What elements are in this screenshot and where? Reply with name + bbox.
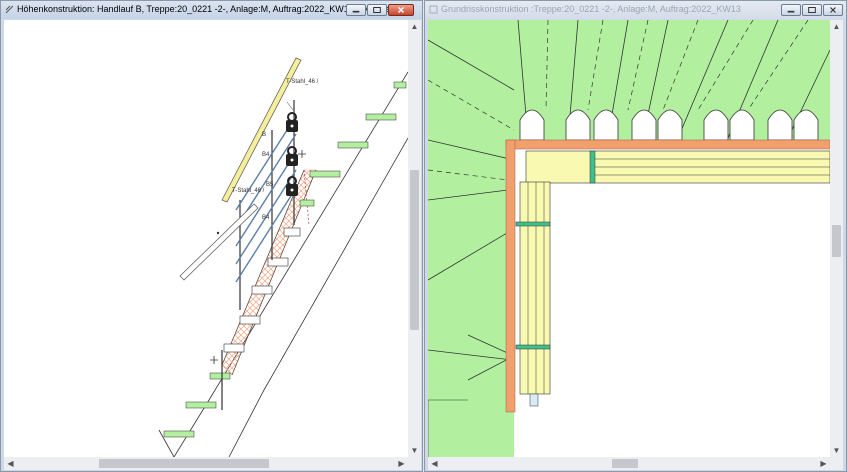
scroll-left-arrow-icon[interactable]: ◀ — [4, 457, 17, 470]
left-titlebar[interactable]: Höhenkonstruktion: Handlauf B, Treppe:20… — [1, 1, 422, 19]
app-icon — [5, 5, 14, 14]
horizontal-scroll-thumb[interactable] — [612, 459, 638, 468]
left-horizontal-scrollbar[interactable]: ◀ ▶ — [4, 457, 408, 470]
grundrisskonstruktion-window[interactable]: Grundrisskonstruktion :Treppe:20_0221 -2… — [424, 0, 847, 472]
lock-icon — [286, 112, 298, 132]
close-icon — [830, 7, 836, 13]
app-icon — [429, 5, 438, 14]
window-title: Höhenkonstruktion: Handlauf B, Treppe:20… — [17, 4, 397, 14]
right-titlebar[interactable]: Grundrisskonstruktion :Treppe:20_0221 -2… — [425, 1, 846, 19]
minimize-icon — [352, 10, 360, 13]
lock-icon — [286, 176, 298, 196]
stringer-left — [505, 139, 516, 413]
right-vertical-scrollbar[interactable]: ▲ ▼ — [830, 20, 843, 457]
scroll-down-arrow-icon[interactable]: ▼ — [408, 444, 421, 457]
minimize-button[interactable] — [781, 4, 801, 16]
minimize-icon — [787, 10, 795, 13]
label-b5: B5 — [266, 182, 274, 188]
restore-button[interactable] — [802, 4, 822, 16]
lock-icon — [286, 146, 298, 166]
horizontal-scroll-thumb[interactable] — [99, 459, 269, 468]
floorplan-drawing-canvas[interactable] — [428, 20, 830, 457]
infill-rails — [235, 115, 297, 283]
close-button[interactable] — [823, 4, 843, 16]
minimize-button[interactable] — [346, 4, 366, 16]
stringer-top — [505, 139, 830, 150]
hoehenkonstruktion-window[interactable]: Höhenkonstruktion: Handlauf B, Treppe:20… — [0, 0, 423, 472]
close-button[interactable] — [388, 4, 414, 16]
post-connector — [589, 150, 596, 184]
close-icon — [397, 6, 405, 14]
scroll-up-arrow-icon[interactable]: ▲ — [830, 20, 843, 33]
label-b4-2: B4 — [262, 215, 270, 221]
post-connector — [515, 344, 551, 350]
post-connector — [515, 221, 551, 227]
tread-left-block — [519, 181, 551, 395]
label-tstahl-mid: T-Stahl_46 / — [232, 188, 265, 194]
label-tstahl-top: T-Stahl_46 / — [286, 79, 319, 85]
vertical-scroll-thumb[interactable] — [832, 225, 841, 257]
right-horizontal-scrollbar[interactable]: ◀ ▶ — [428, 457, 830, 470]
scroll-left-arrow-icon[interactable]: ◀ — [428, 457, 441, 470]
label-b: B — [262, 132, 266, 138]
crosshair-icon — [298, 150, 306, 158]
floor-area — [514, 148, 830, 457]
label-b4-1: B4 — [262, 152, 270, 158]
scroll-right-arrow-icon[interactable]: ▶ — [817, 457, 830, 470]
scroll-up-arrow-icon[interactable]: ▲ — [408, 20, 421, 33]
maximize-button[interactable] — [367, 4, 387, 16]
scroll-right-arrow-icon[interactable]: ▶ — [395, 457, 408, 470]
restore-icon — [808, 7, 816, 13]
floorplan-drawing — [428, 20, 830, 457]
window-title: Grundrisskonstruktion :Treppe:20_0221 -2… — [441, 4, 741, 14]
left-vertical-scrollbar[interactable]: ▲ ▼ — [408, 20, 421, 457]
resize-grip[interactable] — [830, 457, 843, 470]
resize-grip[interactable] — [408, 457, 421, 470]
elevation-drawing: T-Stahl_46 / T-Stahl_46 / B B4 B5 B4 — [158, 57, 408, 457]
lower-beam — [179, 203, 259, 281]
elevation-drawing-canvas[interactable]: T-Stahl_46 / T-Stahl_46 / B B4 B5 B4 — [4, 20, 408, 457]
scroll-down-arrow-icon[interactable]: ▼ — [830, 444, 843, 457]
maximize-icon — [373, 7, 381, 13]
vertical-scroll-thumb[interactable] — [410, 170, 419, 330]
